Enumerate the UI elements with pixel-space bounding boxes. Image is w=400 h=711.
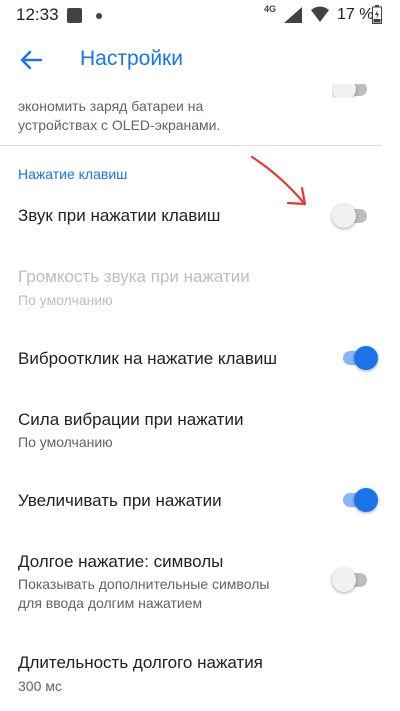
oled-item-summary: экономить заряд батареи на устройствах с… [18, 97, 220, 135]
popup-title: Увеличивать при нажатии [18, 491, 222, 510]
vibration-strength-title: Сила вибрации при нажатии [18, 410, 244, 429]
long-press-symbols-summary-line1: Показывать дополнительные символы [18, 576, 270, 592]
long-press-duration-title: Длительность долгого нажатия [18, 653, 263, 672]
notification-dot-icon [96, 13, 102, 19]
long-press-duration-summary: 300 мс [18, 678, 62, 694]
key-vibration-switch[interactable] [340, 346, 378, 370]
network-type: 4G [264, 4, 277, 14]
long-press-symbols-switch[interactable] [332, 568, 370, 592]
status-bar: 12:33 4G 17 % [0, 0, 400, 30]
key-volume-title: Громкость звука при нажатии [18, 267, 250, 286]
status-time: 12:33 [16, 5, 59, 24]
signal-icon [284, 7, 302, 23]
page-title: Настройки [80, 47, 183, 70]
wifi-icon [311, 6, 329, 22]
annotation-arrow-icon [250, 155, 307, 206]
key-sound-title: Звук при нажатии клавиш [18, 206, 221, 225]
arrow-back-icon [20, 50, 42, 70]
long-press-symbols-summary-line2: для ввода долгим нажатием [18, 595, 203, 611]
oled-summary-line2: устройствах с OLED-экранами. [18, 117, 221, 133]
battery-icon [372, 5, 382, 24]
long-press-symbols-title: Долгое нажатие: символы [18, 552, 224, 571]
key-vibration-title: Виброотклик на нажатие клавиш [18, 349, 278, 368]
section-header: Нажатие клавиш [18, 166, 128, 182]
key-sound-switch[interactable] [332, 204, 370, 228]
vibration-strength-summary: По умолчанию [18, 434, 113, 450]
popup-switch[interactable] [340, 488, 378, 512]
notification-icon [67, 8, 82, 23]
key-volume-summary: По умолчанию [18, 292, 113, 308]
oled-summary-line1: экономить заряд батареи на [18, 98, 204, 114]
oled-switch[interactable] [332, 84, 370, 98]
section-divider [0, 145, 382, 146]
app-bar: Настройки [0, 30, 400, 88]
battery-percent: 17 % [337, 6, 374, 23]
back-button[interactable] [14, 43, 48, 77]
